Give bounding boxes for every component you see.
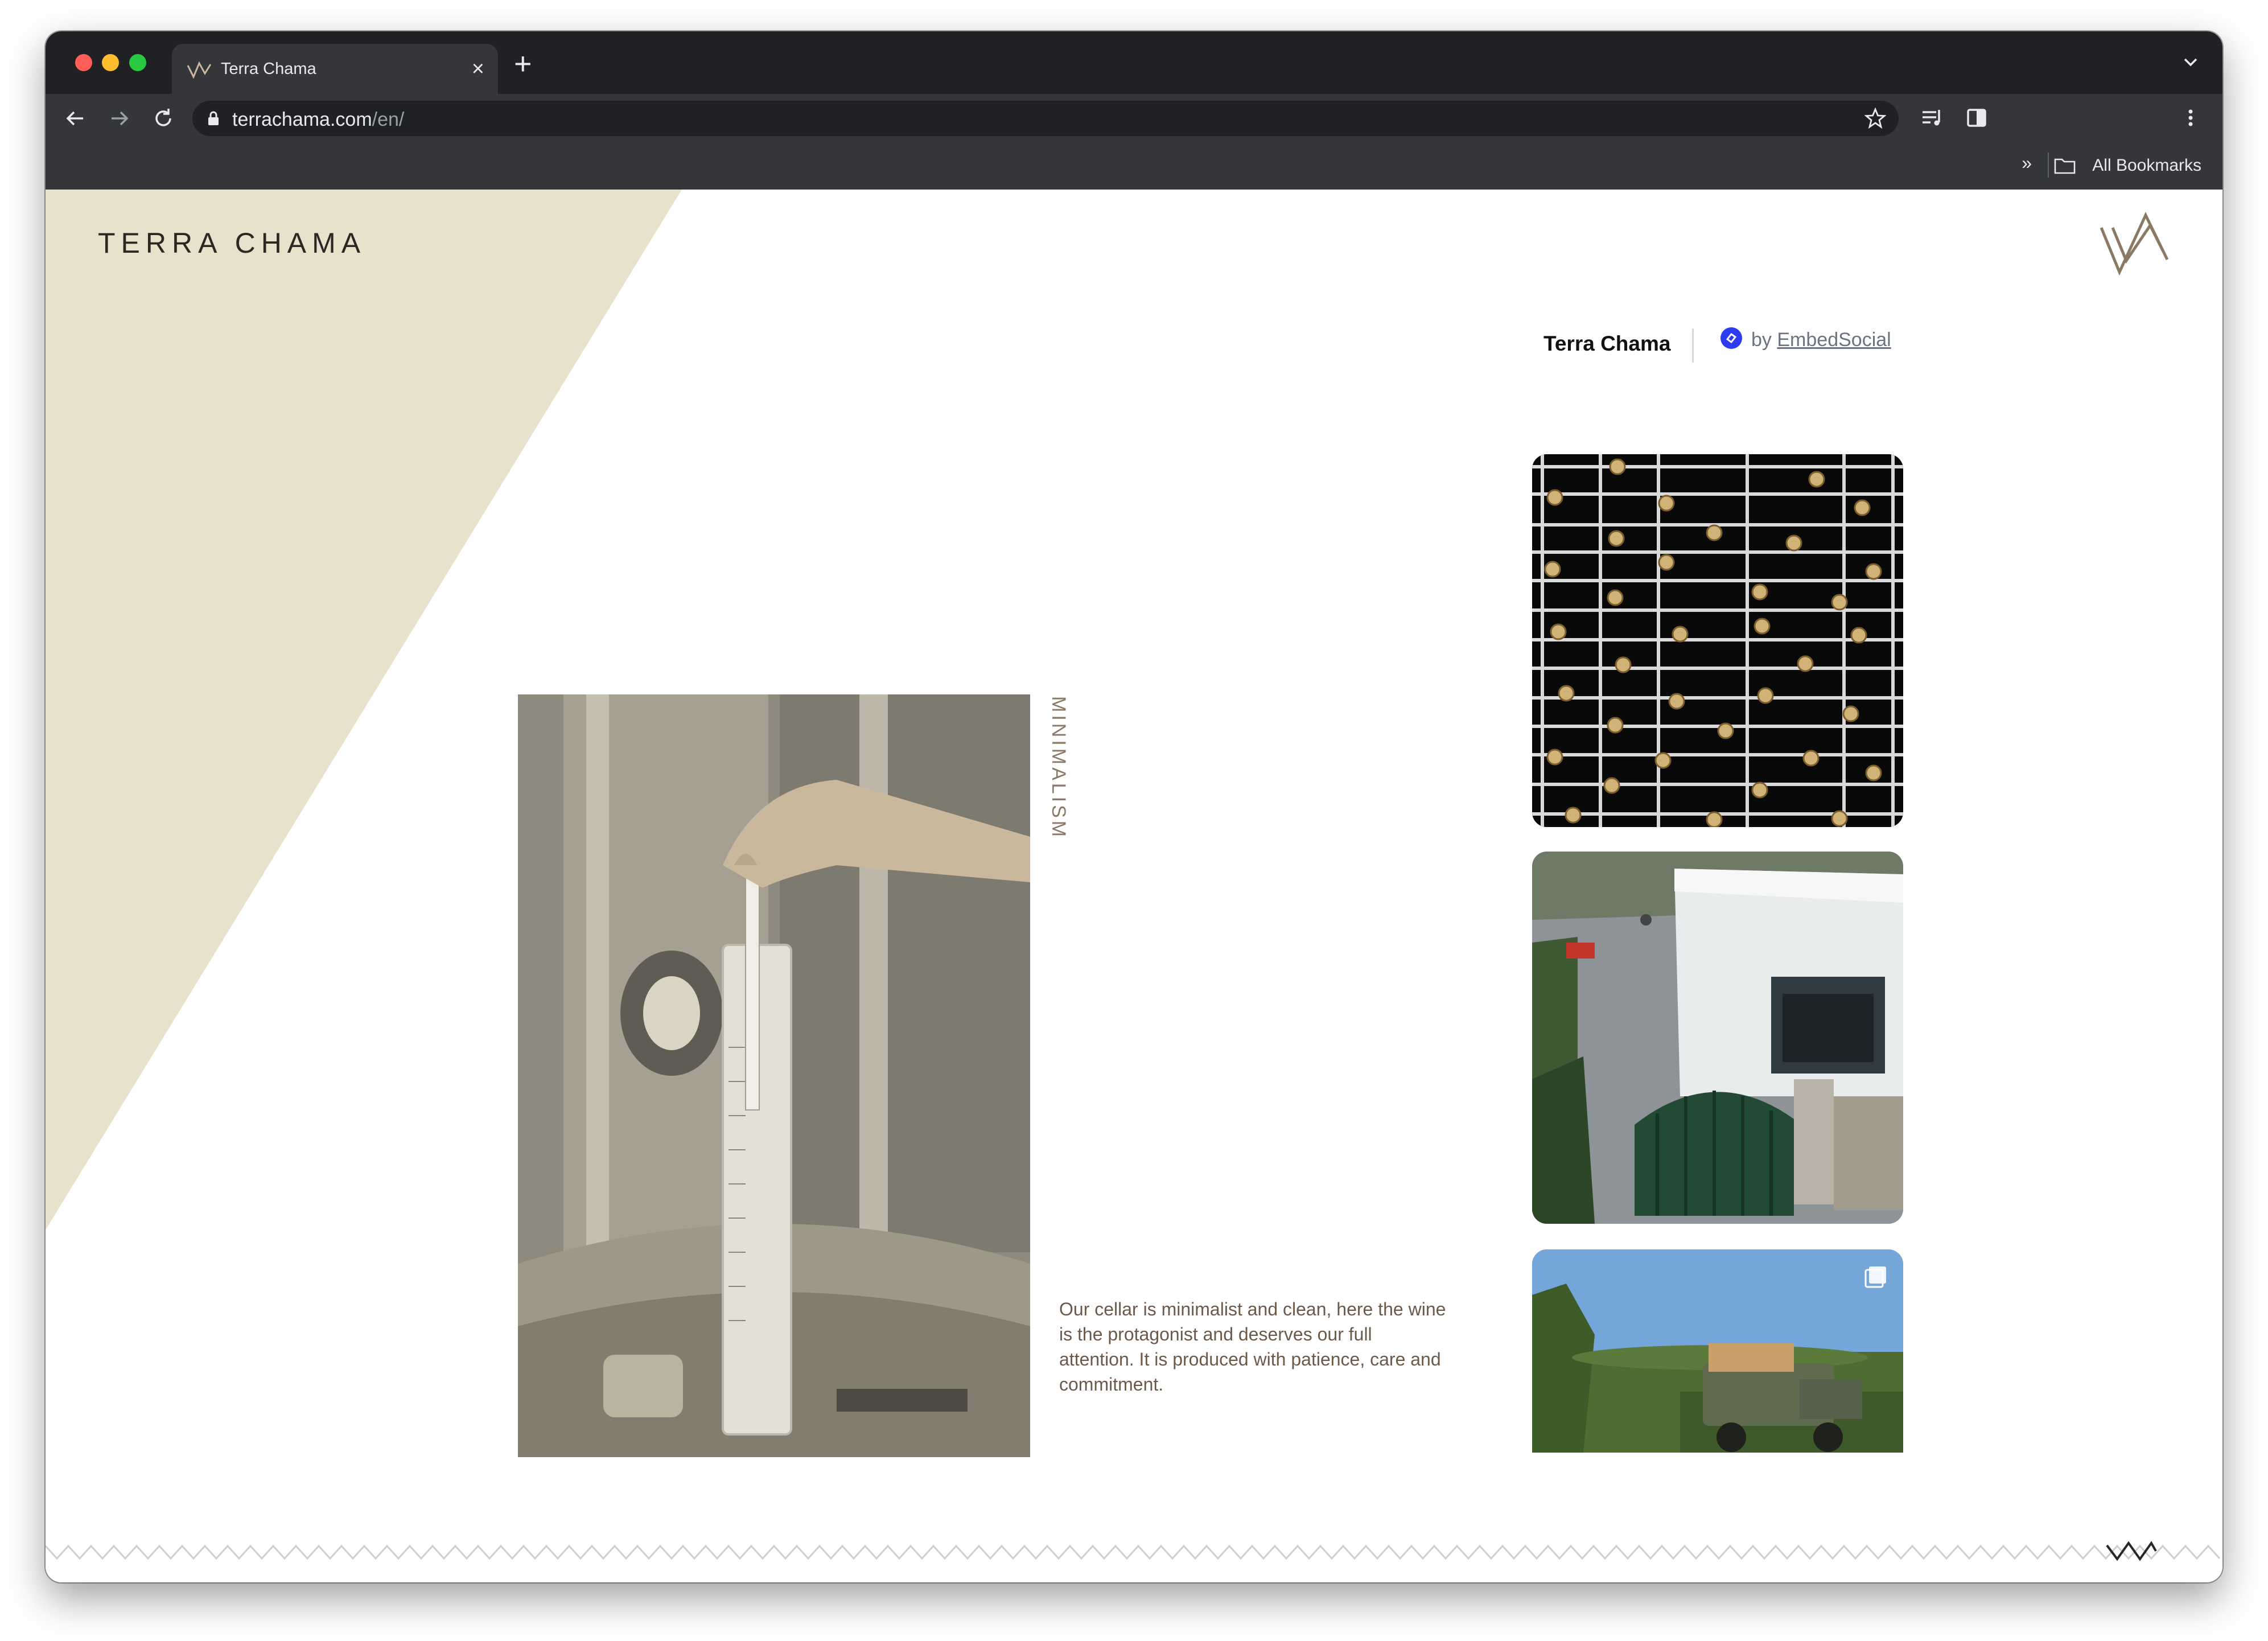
- feed-image-bottle-rack[interactable]: [1532, 454, 1903, 827]
- embedsocial-link[interactable]: EmbedSocial: [1777, 329, 1891, 351]
- by-label: by: [1751, 329, 1772, 351]
- minimize-window-button[interactable]: [102, 54, 119, 71]
- bookmarks-overflow-button[interactable]: »: [2022, 153, 2032, 174]
- logo-mark-icon[interactable]: [2097, 211, 2171, 277]
- hydrometer-image: [518, 694, 1030, 1457]
- cellar-caption: Our cellar is minimalist and clean, here…: [1059, 1299, 1446, 1395]
- multi-image-icon: [1864, 1266, 1886, 1288]
- url-path: /en/: [372, 109, 405, 130]
- address-bar[interactable]: terrachama.com/en/: [192, 101, 1899, 136]
- embedsocial-credit: by EmbedSocial: [1751, 329, 1891, 351]
- cellar-hydrometer-photo: [518, 694, 1030, 1457]
- browser-window: Terra Chama × + terrachama.com/en/ » All…: [46, 31, 2222, 1582]
- new-tab-button[interactable]: +: [514, 48, 532, 79]
- sidepanel-icon[interactable]: [1964, 105, 1989, 130]
- reload-icon[interactable]: [150, 105, 176, 131]
- widget-divider: [1692, 328, 1694, 363]
- favicon-icon: [187, 61, 212, 79]
- close-window-button[interactable]: [75, 54, 92, 71]
- bookmarks-divider: [2048, 153, 2049, 178]
- feed-image-vineyard-truck[interactable]: [1532, 1249, 1903, 1453]
- bookmarks-bar: » All Bookmarks: [46, 142, 2222, 190]
- brand-logo-text[interactable]: TERRA CHAMA: [98, 227, 366, 260]
- winery-building-image: [1532, 852, 1903, 1224]
- vineyard-truck-image: [1532, 1249, 1903, 1453]
- bottle-rack-image: [1532, 454, 1903, 827]
- tab-close-button[interactable]: ×: [472, 56, 484, 81]
- url-host: terrachama.com: [232, 109, 372, 130]
- url-text: terrachama.com/en/: [232, 109, 404, 131]
- footer-zigzag-border: [46, 1544, 2221, 1560]
- minimalism-label: MINIMALISM: [1048, 696, 1069, 840]
- tab-bar: Terra Chama × +: [46, 31, 2222, 94]
- tab-terra-chama[interactable]: Terra Chama ×: [172, 44, 498, 94]
- back-icon[interactable]: [63, 105, 89, 131]
- maximize-window-button[interactable]: [129, 54, 146, 71]
- forward-icon[interactable]: [106, 105, 132, 131]
- lock-icon: [208, 111, 219, 125]
- star-icon[interactable]: [1864, 108, 1886, 129]
- all-bookmarks-link[interactable]: All Bookmarks: [2092, 156, 2201, 175]
- widget-title[interactable]: Terra Chama: [1543, 332, 1670, 356]
- feed-image-winery-building[interactable]: [1532, 852, 1903, 1224]
- media-icon[interactable]: [1919, 105, 1944, 130]
- footer-logo-mark-icon: [2106, 1541, 2157, 1561]
- menu-icon[interactable]: [2178, 105, 2203, 130]
- toolbar: terrachama.com/en/: [46, 94, 2222, 142]
- folder-icon[interactable]: [2054, 157, 2076, 174]
- embedsocial-icon: [1720, 327, 1742, 349]
- tab-search-chevron-icon[interactable]: [2179, 51, 2202, 73]
- web-page: TERRA CHAMA Terra Chama by EmbedSocial M…: [46, 190, 2222, 1582]
- tab-title: Terra Chama: [221, 60, 316, 78]
